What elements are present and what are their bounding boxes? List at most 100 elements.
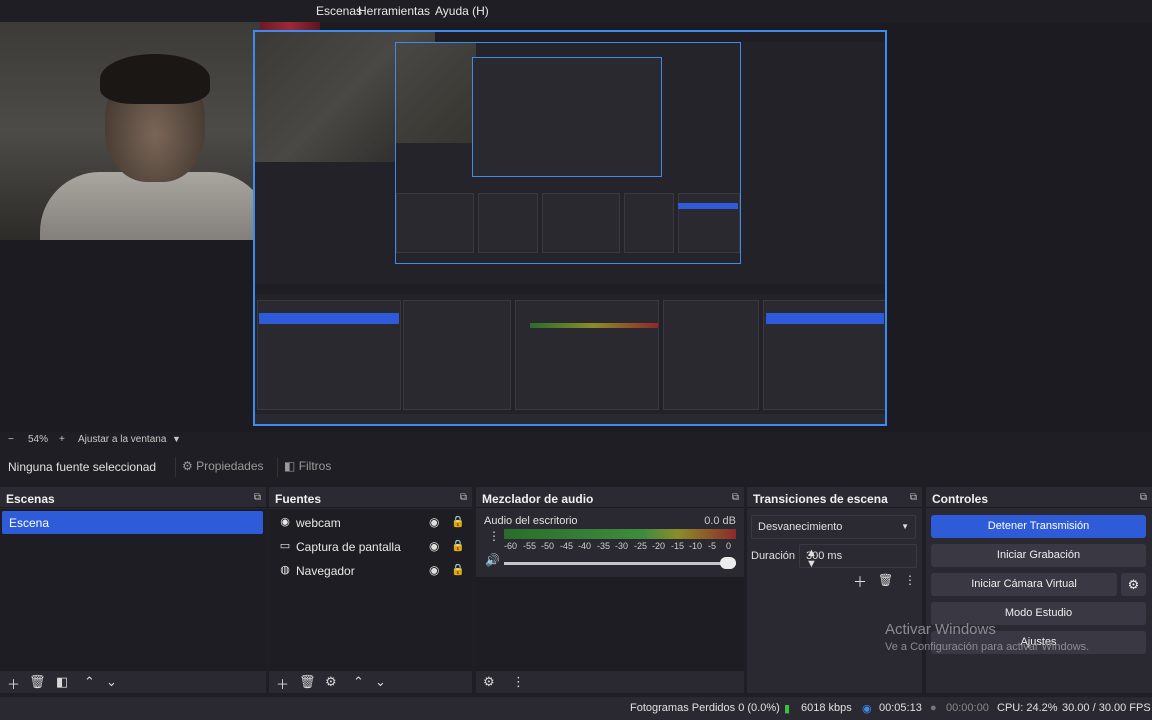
- transitions-title: Transiciones de escena: [753, 492, 888, 506]
- audio-mixer-dock: Mezclador de audio ⧉ Audio del escritori…: [476, 487, 744, 693]
- meter-tick: -10: [689, 541, 703, 551]
- chevron-down-icon: ▼: [901, 522, 909, 531]
- undock-icon[interactable]: ⧉: [1140, 492, 1147, 503]
- lock-icon[interactable]: 🔒: [451, 515, 465, 528]
- transition-select[interactable]: Desvanecimiento ▼: [751, 515, 916, 539]
- add-icon[interactable]: ＋: [276, 674, 289, 693]
- meter-tick: -20: [652, 541, 666, 551]
- source-label: Navegador: [296, 564, 355, 578]
- gear-icon: ⚙: [182, 459, 193, 473]
- add-icon[interactable]: ＋: [7, 674, 20, 693]
- meter-tick: 0: [726, 541, 732, 551]
- trash-icon[interactable]: 🗑: [29, 674, 46, 690]
- zoom-in-button[interactable]: +: [59, 434, 65, 445]
- meter-tick: -25: [634, 541, 648, 551]
- zoom-bar: − 54% + Ajustar a la ventana ▼: [0, 432, 1152, 448]
- volume-slider-knob[interactable]: [720, 557, 736, 569]
- move-up-icon[interactable]: ⌃: [353, 674, 364, 690]
- meter-tick: -35: [597, 541, 611, 551]
- add-icon[interactable]: ＋: [853, 572, 867, 592]
- cpu-usage: CPU: 24.2%: [997, 702, 1058, 714]
- menu-escenas[interactable]: Escenas: [316, 4, 362, 18]
- gear-icon[interactable]: ⚙: [483, 674, 495, 690]
- gear-icon[interactable]: ⚙: [1121, 573, 1146, 596]
- lock-icon[interactable]: 🔒: [451, 539, 465, 552]
- camera-icon: ◉: [280, 516, 290, 528]
- start-recording-button[interactable]: Iniciar Grabación: [931, 544, 1146, 567]
- lock-icon[interactable]: 🔒: [451, 563, 465, 576]
- scenes-title: Escenas: [6, 492, 55, 506]
- source-toolbar: Ninguna fuente seleccionad ⚙ Propiedades…: [0, 452, 1152, 482]
- filter-icon[interactable]: ◧: [56, 674, 68, 690]
- fps: 30.00 / 30.00 FPS: [1062, 702, 1151, 714]
- visibility-icon[interactable]: ◉: [429, 539, 439, 553]
- zoom-dropdown-icon[interactable]: ▼: [172, 434, 181, 444]
- trash-icon[interactable]: 🗑: [878, 573, 893, 587]
- undock-icon[interactable]: ⧉: [254, 492, 261, 503]
- volume-slider[interactable]: [504, 557, 736, 569]
- source-item-webcam[interactable]: ◉ webcam ◉ 🔒: [269, 511, 469, 535]
- move-down-icon[interactable]: ⌄: [375, 674, 386, 690]
- source-label: Captura de pantalla: [296, 540, 401, 554]
- source-item-captura[interactable]: ▭ Captura de pantalla ◉ 🔒: [269, 535, 469, 559]
- meter-tick: -50: [541, 541, 555, 551]
- duration-label: Duración: [751, 550, 796, 562]
- filters-button[interactable]: ◧ Filtros: [277, 457, 337, 477]
- properties-button[interactable]: ⚙ Propiedades: [175, 457, 270, 477]
- dropped-frames: Fotogramas Perdidos 0 (0.0%): [630, 702, 780, 714]
- more-options-icon[interactable]: ⋮: [904, 573, 916, 587]
- meter-tick: -60: [504, 541, 518, 551]
- stop-streaming-button[interactable]: Detener Transmisión: [931, 515, 1146, 538]
- zoom-out-button[interactable]: −: [8, 434, 14, 445]
- sources-title: Fuentes: [275, 492, 322, 506]
- duration-field[interactable]: 300 ms ▲ ▼: [799, 544, 917, 570]
- status-bar: Fotogramas Perdidos 0 (0.0%) ▮ 6018 kbps…: [0, 697, 1152, 720]
- scene-item-label: Escena: [9, 516, 50, 530]
- volume-meter: [504, 529, 736, 539]
- undock-icon[interactable]: ⧉: [732, 492, 739, 503]
- undock-icon[interactable]: ⧉: [910, 492, 917, 503]
- meter-tick: -30: [615, 541, 629, 551]
- program-canvas[interactable]: [253, 30, 887, 426]
- more-options-icon[interactable]: ⋮: [488, 529, 500, 543]
- chevron-down-icon[interactable]: ▼: [806, 558, 912, 570]
- filter-icon: ◧: [284, 459, 296, 473]
- stream-time: 00:05:13: [879, 702, 922, 714]
- source-item-navegador[interactable]: ◍ Navegador ◉ 🔒: [269, 559, 469, 583]
- controls-dock: Controles ⧉ Detener Transmisión Iniciar …: [926, 487, 1152, 693]
- activation-watermark-title: Activar Windows: [885, 621, 996, 638]
- meter-tick: -55: [523, 541, 537, 551]
- scene-item[interactable]: Escena: [2, 511, 263, 534]
- meter-scale: -60 -55 -50 -45 -40 -35 -30 -25 -20 -15 -10 -5 0: [504, 540, 736, 554]
- controls-title: Controles: [932, 492, 989, 506]
- transition-selected: Desvanecimiento: [758, 521, 843, 533]
- properties-label: Propiedades: [196, 459, 264, 473]
- more-options-icon[interactable]: ⋮: [512, 674, 525, 690]
- zoom-fit-label[interactable]: Ajustar a la ventana: [78, 434, 166, 445]
- visibility-icon[interactable]: ◉: [429, 515, 439, 529]
- source-label: webcam: [296, 516, 341, 530]
- monitor-icon: ▭: [279, 540, 291, 552]
- sources-dock: Fuentes ⧉ ◉ webcam ◉ 🔒 ▭ Captura de pant…: [269, 487, 472, 693]
- trash-icon[interactable]: 🗑: [299, 674, 316, 690]
- move-up-icon[interactable]: ⌃: [84, 674, 95, 690]
- speaker-icon[interactable]: 🔊: [485, 553, 500, 567]
- menu-ayuda[interactable]: Ayuda (H): [435, 4, 489, 18]
- start-virtual-camera-button[interactable]: Iniciar Cámara Virtual: [931, 573, 1117, 596]
- mixer-title: Mezclador de audio: [482, 492, 594, 506]
- zoom-level: 54%: [28, 434, 49, 445]
- move-down-icon[interactable]: ⌄: [106, 674, 117, 690]
- meter-tick: -5: [708, 541, 717, 551]
- visibility-icon[interactable]: ◉: [429, 563, 439, 577]
- meter-tick: -45: [560, 541, 574, 551]
- mixer-channel: Audio del escritorio 0.0 dB ⋮ -60 -55 -50-…: [476, 509, 744, 577]
- channel-name: Audio del escritorio: [484, 515, 578, 527]
- record-time: 00:00:00: [946, 702, 989, 714]
- preview-area[interactable]: [0, 22, 1152, 432]
- gear-icon[interactable]: ⚙: [325, 674, 337, 690]
- menu-herramientas[interactable]: Herramientas: [358, 4, 430, 18]
- signal-icon: ▮: [784, 703, 791, 715]
- record-icon: ●: [930, 702, 937, 714]
- undock-icon[interactable]: ⧉: [460, 492, 467, 503]
- meter-tick: -40: [578, 541, 592, 551]
